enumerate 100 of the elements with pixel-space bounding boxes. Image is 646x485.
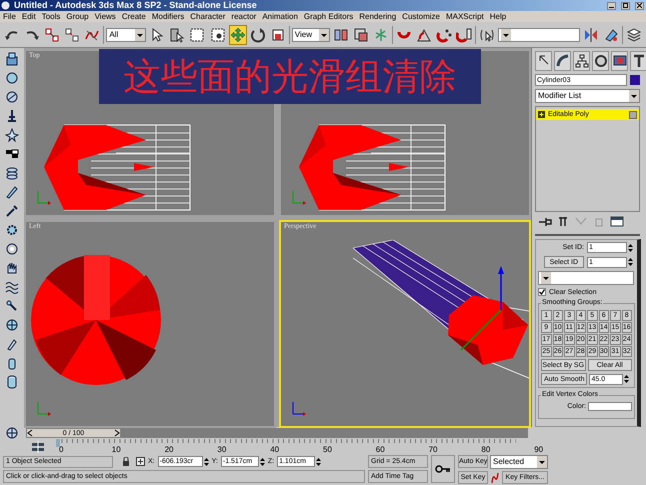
- maximize-button[interactable]: [621, 2, 630, 10]
- spinner-arrows-icon[interactable]: [624, 374, 630, 384]
- config-icon[interactable]: [610, 216, 624, 226]
- menu-item[interactable]: Modifiers: [152, 12, 184, 20]
- move-button[interactable]: [228, 24, 247, 44]
- rotate-icon: [250, 26, 266, 42]
- hand-icon[interactable]: [5, 261, 19, 275]
- close-button[interactable]: [635, 2, 644, 10]
- layers-icon: [626, 26, 642, 42]
- menu-item[interactable]: Views: [94, 12, 116, 20]
- tick-label: 0: [59, 446, 64, 454]
- lock-icon[interactable]: [122, 457, 130, 466]
- menu-item[interactable]: Create: [122, 12, 146, 20]
- tangent-curve-icon[interactable]: [490, 472, 500, 484]
- menu-item[interactable]: Help: [490, 12, 506, 20]
- vertex-color-swatch[interactable]: [588, 402, 632, 411]
- spinner-arrows-icon[interactable]: [260, 456, 265, 466]
- align-icon: [603, 26, 620, 42]
- absolute-mode-icon[interactable]: [136, 457, 145, 466]
- window-crossing-icon: [210, 26, 226, 42]
- move-gizmo-icon: [460, 266, 504, 351]
- disc-icon: [593, 53, 608, 69]
- sphere-icon[interactable]: [5, 71, 19, 85]
- key-icon: [435, 465, 451, 473]
- hierarchy-tab[interactable]: [573, 51, 590, 71]
- tick-label: 10: [112, 446, 121, 454]
- axis-tripod-icon: [291, 189, 307, 205]
- checker-icon[interactable]: [5, 147, 19, 161]
- angle-snap-icon: [416, 26, 432, 42]
- box-icon[interactable]: [5, 52, 19, 66]
- brush-icon[interactable]: [5, 337, 19, 351]
- app-icon: [1, 1, 10, 10]
- menu-item[interactable]: Graph Editors: [304, 12, 354, 20]
- tick-label: 40: [270, 446, 280, 454]
- percent-snap-icon: [436, 26, 452, 42]
- globe-icon[interactable]: [5, 90, 19, 104]
- menu-item[interactable]: Group: [66, 12, 89, 20]
- maximize-icon: [623, 3, 628, 8]
- stack-icon[interactable]: [5, 166, 19, 180]
- minimize-button[interactable]: [607, 2, 616, 10]
- panel-pair-icon: [332, 26, 349, 42]
- menu-item[interactable]: MAXScript: [446, 12, 484, 20]
- menu-item[interactable]: Customize: [402, 12, 440, 20]
- spinner-arrows-icon[interactable]: [628, 242, 633, 252]
- axis-tripod-icon: [36, 400, 52, 416]
- caption-overlay: 这些面的光滑组清除: [99, 49, 481, 104]
- menu-item[interactable]: Rendering: [359, 12, 396, 20]
- wheel-icon[interactable]: [5, 318, 19, 332]
- hammer-tab[interactable]: [630, 51, 646, 71]
- bent-tube-tab[interactable]: [554, 51, 571, 71]
- spinner-arrows-icon[interactable]: [204, 456, 209, 466]
- clear-selection-checkbox[interactable]: [538, 288, 546, 296]
- pin-icon[interactable]: [538, 216, 552, 226]
- menu-item[interactable]: Edit: [22, 12, 36, 20]
- fork-icon[interactable]: [556, 216, 570, 226]
- menu-item[interactable]: Animation: [262, 12, 298, 20]
- move-icon: [230, 26, 246, 42]
- menu-item[interactable]: File: [3, 12, 16, 20]
- wheel-icon[interactable]: [4, 427, 20, 439]
- pivot-icon: [352, 26, 369, 42]
- selection-filter-dropdown[interactable]: All: [106, 28, 146, 42]
- close-icon: [637, 3, 642, 8]
- wave-icon[interactable]: [5, 280, 19, 294]
- tick-label: 60: [376, 446, 385, 454]
- hierarchy-icon: [574, 53, 589, 69]
- tape-icon[interactable]: [5, 242, 19, 256]
- wrench-icon[interactable]: [5, 204, 19, 218]
- tick-label: 80: [481, 446, 490, 454]
- cylinder-icon[interactable]: [5, 375, 19, 389]
- menu-item[interactable]: Tools: [42, 12, 60, 20]
- rectangle-selection-icon: [189, 26, 206, 42]
- toggle-box-icon[interactable]: [629, 110, 637, 118]
- axis-tripod-icon: [36, 189, 52, 205]
- tick-label: 90: [534, 446, 544, 454]
- object-color-swatch[interactable]: [630, 75, 640, 85]
- monitor-tab[interactable]: [611, 51, 628, 71]
- chess-piece-icon[interactable]: [5, 109, 19, 123]
- modifier-list-dropdown[interactable]: Modifier List: [535, 89, 640, 103]
- menu-item[interactable]: reactor: [231, 12, 256, 20]
- create-cursor-tab[interactable]: [535, 51, 552, 71]
- tick-label: 30: [217, 446, 226, 454]
- pen-icon[interactable]: [5, 185, 19, 199]
- expand-icon[interactable]: [538, 111, 545, 118]
- gear-icon[interactable]: [5, 223, 19, 237]
- disc-tab[interactable]: [592, 51, 609, 71]
- axis-tripod-icon: [291, 400, 307, 416]
- time-marker[interactable]: [56, 439, 60, 447]
- key-mode-dropdown[interactable]: Selected: [490, 455, 548, 469]
- spinner-arrows-icon[interactable]: [628, 257, 633, 267]
- mirror-icon: [582, 26, 599, 42]
- key-mode-button[interactable]: [431, 455, 455, 483]
- material-name-dropdown[interactable]: [538, 271, 634, 285]
- joint-icon[interactable]: [5, 299, 19, 313]
- reference-coordinate-dropdown[interactable]: View: [292, 28, 330, 42]
- menu-item[interactable]: Character: [190, 12, 226, 20]
- figure-icon[interactable]: [5, 128, 19, 142]
- window-title: Untitled - Autodesk 3ds Max 8 SP2 - Stand-alone License: [14, 1, 257, 10]
- spinner-arrows-icon[interactable]: [316, 456, 322, 466]
- named-selection-dropdown[interactable]: [498, 28, 580, 42]
- unlink-icon: [64, 26, 80, 42]
